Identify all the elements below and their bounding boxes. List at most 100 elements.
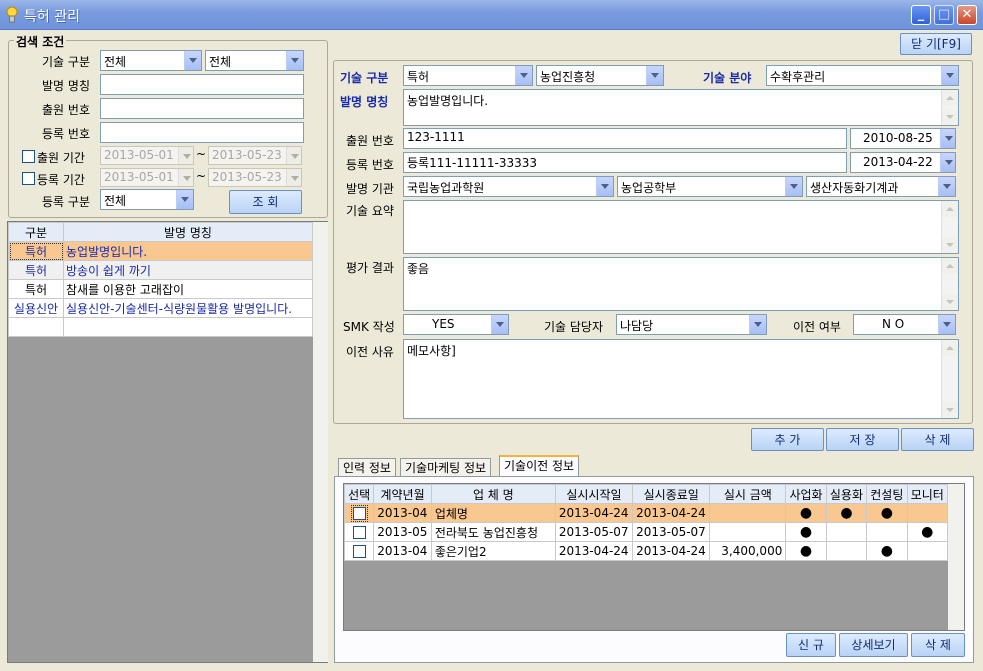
row-checkbox[interactable] xyxy=(352,526,366,539)
row-month[interactable]: 2013-04 xyxy=(373,503,432,523)
detail-registration-no-input[interactable]: 등록111-11111-33333 xyxy=(403,152,847,173)
detail-manager-select[interactable]: 나담당 xyxy=(616,314,767,335)
detail-tech-field-select[interactable]: 수확후관리 xyxy=(766,65,959,86)
detail-registration-date[interactable]: 2013-04-22 xyxy=(850,152,956,173)
invention-name-scrollbar[interactable] xyxy=(941,90,958,125)
column-header-invention-name[interactable]: 발명 명칭 xyxy=(63,222,313,242)
tab-tech-marketing-info[interactable]: 기술마케팅 정보 xyxy=(400,458,492,476)
invention-list-scrollbar[interactable] xyxy=(313,222,328,662)
chevron-down-icon[interactable] xyxy=(596,177,613,196)
detail-org-select-2[interactable]: 농업공학부 xyxy=(617,176,803,197)
row-amount[interactable] xyxy=(709,503,787,523)
column-header-monitor[interactable]: 모니터 xyxy=(906,484,949,504)
transfer-reason-scrollbar[interactable] xyxy=(941,340,958,418)
row-company[interactable]: 업체명 xyxy=(430,503,556,523)
row-biz[interactable]: ● xyxy=(785,541,827,561)
row-biz[interactable]: ● xyxy=(785,522,827,542)
row-select-cell[interactable] xyxy=(343,541,375,561)
row-end[interactable]: 2013-04-24 xyxy=(632,503,711,523)
detail-org-select-3[interactable]: 생산자동화기계과 xyxy=(806,176,956,197)
maximize-button[interactable]: □ xyxy=(934,5,954,25)
detail-evaluation-input[interactable]: 좋음 xyxy=(403,257,959,311)
row-name[interactable]: 실용신안-기술센터-식량원물활용 발명입니다. xyxy=(63,298,313,318)
column-header-company[interactable]: 업 체 명 xyxy=(430,484,556,504)
row-type[interactable]: 특허 xyxy=(8,260,64,280)
detail-invention-name-input[interactable]: 농업발명입니다. xyxy=(403,89,959,126)
row-start[interactable]: 2013-05-07 xyxy=(554,522,634,542)
chevron-down-icon[interactable] xyxy=(938,315,955,334)
detail-org-select-1[interactable]: 국립농업과학원 xyxy=(403,176,614,197)
chevron-down-icon[interactable] xyxy=(940,153,955,172)
row-type[interactable]: 특허 xyxy=(8,279,64,299)
table-row[interactable]: 특허 농업발명입니다. xyxy=(8,241,313,261)
registration-to-date[interactable]: 2013-05-23 xyxy=(208,168,302,187)
column-header-contract-month[interactable]: 계약년월 xyxy=(373,484,432,504)
row-consult[interactable]: ● xyxy=(866,503,908,523)
row-consult[interactable] xyxy=(866,522,908,542)
row-end[interactable]: 2013-04-24 xyxy=(632,541,711,561)
scroll-up-icon[interactable] xyxy=(942,201,958,217)
column-header-consulting[interactable]: 컨설팅 xyxy=(866,484,908,504)
search-registration-type-select[interactable]: 전체 xyxy=(100,189,194,210)
scroll-down-icon[interactable] xyxy=(942,402,958,418)
close-window-button[interactable]: ✕ xyxy=(957,5,977,25)
row-amount[interactable] xyxy=(709,522,787,542)
chevron-down-icon[interactable] xyxy=(646,66,663,85)
detail-transfer-select[interactable]: N O xyxy=(853,314,956,335)
contract-delete-button[interactable]: 삭 제 xyxy=(911,633,965,657)
delete-button[interactable]: 삭 제 xyxy=(901,428,974,451)
table-row[interactable]: 2013-04 업체명 2013-04-24 2013-04-24 ● ● ● xyxy=(343,503,949,523)
row-amount[interactable]: 3,400,000 xyxy=(709,541,787,561)
column-header-amount[interactable]: 실시 금액 xyxy=(709,484,787,504)
row-select-cell[interactable] xyxy=(343,503,375,523)
row-biz[interactable]: ● xyxy=(785,503,827,523)
search-registration-no-input[interactable] xyxy=(100,122,304,143)
registration-from-date[interactable]: 2013-05-01 xyxy=(100,168,194,187)
row-prac[interactable]: ● xyxy=(825,503,868,523)
new-button[interactable]: 신 규 xyxy=(786,633,836,657)
chevron-down-icon[interactable] xyxy=(785,177,802,196)
row-checkbox[interactable] xyxy=(352,545,366,558)
chevron-down-icon[interactable] xyxy=(286,147,301,164)
title-bar[interactable]: 특허 관리 _ □ ✕ xyxy=(0,0,983,30)
row-type[interactable]: 특허 xyxy=(8,241,64,261)
row-month[interactable]: 2013-04 xyxy=(373,541,432,561)
row-monitor[interactable]: ● xyxy=(906,522,949,542)
evaluation-scrollbar[interactable] xyxy=(941,258,958,310)
column-header-end-date[interactable]: 실시종료일 xyxy=(632,484,711,504)
chevron-down-icon[interactable] xyxy=(940,129,955,148)
chevron-down-icon[interactable] xyxy=(286,169,301,186)
application-from-date[interactable]: 2013-05-01 xyxy=(100,146,194,165)
scroll-up-icon[interactable] xyxy=(942,90,958,106)
search-invention-name-input[interactable] xyxy=(100,74,304,95)
row-monitor[interactable] xyxy=(906,541,949,561)
tab-personnel-info[interactable]: 인력 정보 xyxy=(338,458,396,476)
column-header-practical-use[interactable]: 실용화 xyxy=(825,484,868,504)
detail-application-no-input[interactable]: 123-1111 xyxy=(403,128,847,149)
chevron-down-icon[interactable] xyxy=(941,66,958,85)
column-header-type[interactable]: 구분 xyxy=(8,222,64,242)
detail-transfer-reason-input[interactable]: 메모사항] xyxy=(403,339,959,419)
table-row[interactable]: 2013-05 전라북도 농업진흥청 2013-05-07 2013-05-07… xyxy=(343,522,949,542)
chevron-down-icon[interactable] xyxy=(178,169,193,186)
row-company[interactable]: 전라북도 농업진흥청 xyxy=(430,522,556,542)
table-row[interactable]: 실용신안 실용신안-기술센터-식량원물활용 발명입니다. xyxy=(8,298,313,318)
row-consult[interactable]: ● xyxy=(866,541,908,561)
row-name[interactable]: 참새를 이용한 고래잡이 xyxy=(63,279,313,299)
scroll-down-icon[interactable] xyxy=(942,109,958,125)
table-row[interactable] xyxy=(8,317,313,337)
column-header-commercialization[interactable]: 사업화 xyxy=(785,484,827,504)
row-select-cell[interactable] xyxy=(343,522,375,542)
row-name[interactable]: 농업발명입니다. xyxy=(63,241,313,261)
detail-smk-select[interactable]: YES xyxy=(403,314,509,335)
chevron-down-icon[interactable] xyxy=(749,315,766,334)
chevron-down-icon[interactable] xyxy=(178,147,193,164)
table-row[interactable]: 2013-04 좋은기업2 2013-04-24 2013-04-24 3,40… xyxy=(343,541,949,561)
scroll-up-icon[interactable] xyxy=(942,340,958,356)
detail-view-button[interactable]: 상세보기 xyxy=(839,633,908,657)
scroll-down-icon[interactable] xyxy=(942,294,958,310)
row-month[interactable]: 2013-05 xyxy=(373,522,432,542)
row-start[interactable]: 2013-04-24 xyxy=(554,503,634,523)
tab-tech-transfer-info[interactable]: 기술이전 정보 xyxy=(499,455,580,476)
column-header-start-date[interactable]: 실시시작일 xyxy=(554,484,634,504)
